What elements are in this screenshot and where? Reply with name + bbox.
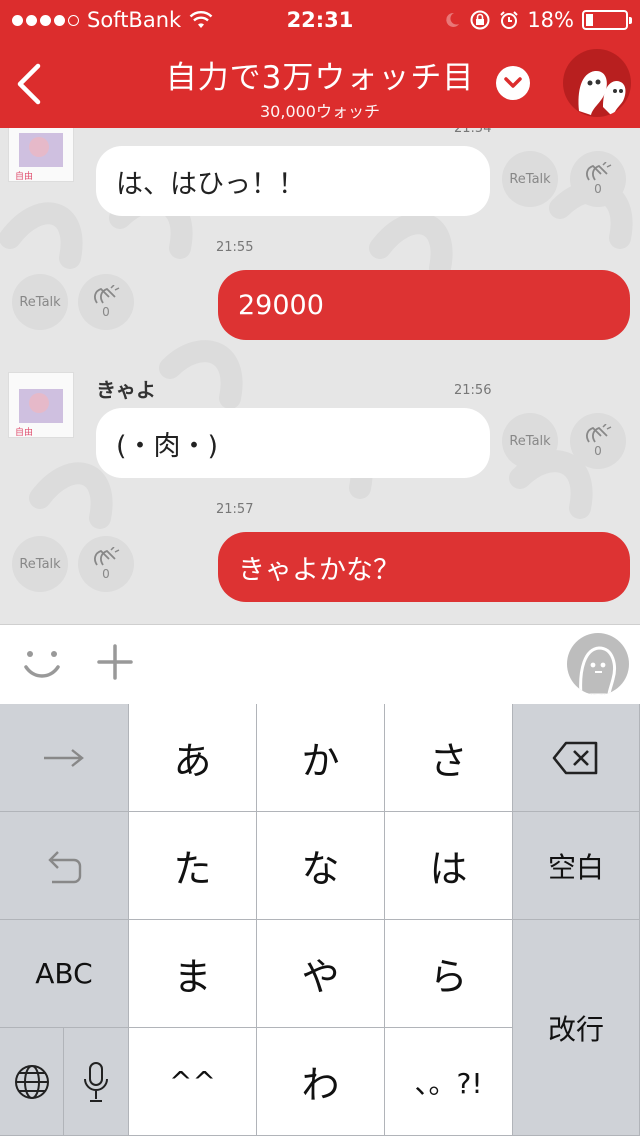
svg-text:自由: 自由 [15,426,33,438]
microphone-icon [84,1061,108,1102]
sender-avatar[interactable]: 自由 [8,372,74,438]
kana-key-ra[interactable]: ら [385,920,513,1028]
message-text: は、はひっ！！ [116,168,305,200]
undo-key[interactable] [0,812,129,920]
message-bubble-outgoing[interactable]: きゃよかな？ [218,532,630,602]
retalk-label: ReTalk [509,433,551,449]
globe-icon [14,1064,49,1099]
stamp-button[interactable] [567,633,629,695]
status-bar: SoftBank 22:31 18% [0,0,640,40]
alarm-icon [500,11,519,29]
kana-key-ka[interactable]: か [257,704,385,812]
delete-key[interactable] [513,704,640,812]
message-time: 21:57 [216,502,254,517]
arrow-right-icon [44,748,84,767]
clap-icon [94,285,120,304]
avatar-image: 自由 [15,133,63,182]
clap-button[interactable]: 0 [570,151,626,207]
ghost-face-icon [579,646,616,695]
emoji-icon[interactable] [22,647,62,681]
abc-key[interactable]: ABC [0,920,129,1028]
back-chevron-icon[interactable] [14,62,44,106]
clap-icon [586,424,612,443]
arrow-right-key[interactable] [0,704,129,812]
mic-key[interactable] [64,1028,129,1136]
return-key[interactable]: 改行 [513,920,640,1136]
backspace-icon [552,741,598,774]
kana-key-ha[interactable]: は [385,812,513,920]
punctuation-key[interactable]: 、。?! [385,1028,513,1136]
ghost-mascot-icon [578,70,626,117]
plus-icon[interactable] [96,643,134,681]
sender-name: きゃよ [96,378,156,402]
dropdown-button[interactable] [496,66,530,100]
mascot-avatar[interactable] [563,49,631,117]
kana-key-ya[interactable]: や [257,920,385,1028]
kana-key-sa[interactable]: さ [385,704,513,812]
retalk-button[interactable]: ReTalk [502,151,558,207]
kana-key-ma[interactable]: ま [129,920,257,1028]
clap-count: 0 [594,182,602,196]
clap-count: 0 [102,567,110,581]
chat-area[interactable]: 自由 21:54 は、はひっ！！ ReTalk 0 21:55 ReTalk 0… [0,128,640,624]
emoticon-key[interactable]: ^^ [129,1028,257,1136]
retalk-button[interactable]: ReTalk [12,536,68,592]
retalk-label: ReTalk [509,171,551,187]
svg-text:自由: 自由 [15,170,33,182]
undo-icon [48,850,82,883]
clap-count: 0 [594,444,602,458]
message-bubble-incoming[interactable]: は、はひっ！！ [96,146,490,216]
clap-button[interactable]: 0 [78,536,134,592]
retalk-button[interactable]: ReTalk [12,274,68,330]
space-key[interactable]: 空白 [513,812,640,920]
kana-key-a[interactable]: あ [129,704,257,812]
clap-button[interactable]: 0 [570,413,626,469]
page-title[interactable]: 自力で3万ウォッチ目 [150,52,490,97]
clap-icon [94,547,120,566]
message-time: 21:56 [454,383,492,398]
chevron-down-icon [504,77,522,88]
input-bar [0,624,640,704]
message-text: きゃよかな？ [238,554,400,586]
sender-avatar[interactable]: 自由 [8,128,74,182]
clap-button[interactable]: 0 [78,274,134,330]
moon-icon [446,12,460,27]
avatar-image: 自由 [15,389,63,438]
rotation-lock-icon [470,10,490,30]
watch-count: 30,000ウォッチ [260,102,380,121]
clap-count: 0 [102,305,110,319]
status-right: 18% [443,8,632,32]
message-time: 21:55 [216,240,254,255]
kana-key-na[interactable]: な [257,812,385,920]
battery-icon [582,10,632,30]
kana-key-wa[interactable]: わ [257,1028,385,1136]
clap-icon [586,162,612,181]
message-bubble-outgoing[interactable]: 29000 [218,270,630,340]
message-bubble-incoming[interactable]: (・肉・) [96,408,490,478]
keyboard: あ か さ た な は 空白 ABC ま や ら 改行 ^^ わ 、。?! [0,704,640,1136]
battery-percent: 18% [527,8,574,32]
message-text: (・肉・) [116,430,219,462]
retalk-button[interactable]: ReTalk [502,413,558,469]
kana-key-ta[interactable]: た [129,812,257,920]
retalk-label: ReTalk [19,556,61,572]
message-text: 29000 [238,289,324,321]
message-time: 21:54 [454,128,492,136]
top-bar: SoftBank 22:31 18% 自力で3万ウォッチ目 30,000ウォッチ [0,0,640,128]
globe-key[interactable] [0,1028,64,1136]
retalk-label: ReTalk [19,294,61,310]
